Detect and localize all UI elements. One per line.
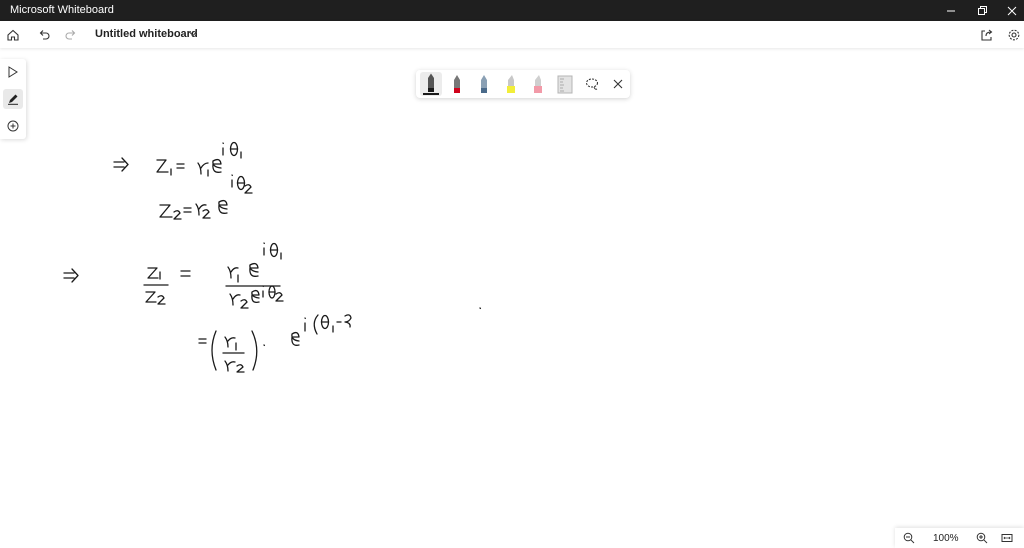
ink-equals-3: [180, 270, 191, 277]
zoom-bar: 100%: [895, 528, 1024, 548]
zoom-in-icon[interactable]: [974, 530, 990, 546]
ink-arrow-2: [63, 268, 79, 283]
ink-z1-equation: [156, 141, 242, 177]
ink-result-line: [198, 314, 352, 373]
fit-to-screen-icon[interactable]: [999, 530, 1015, 546]
ink-z2-equation: [159, 174, 253, 220]
zoom-level: 100%: [933, 533, 959, 544]
ink-fraction-z1-z2: [143, 267, 169, 305]
ink-fraction-r1-r2: [225, 242, 284, 309]
zoom-out-icon[interactable]: [901, 530, 917, 546]
canvas-ink: [63, 141, 482, 373]
ink-arrow-1: [113, 157, 129, 172]
